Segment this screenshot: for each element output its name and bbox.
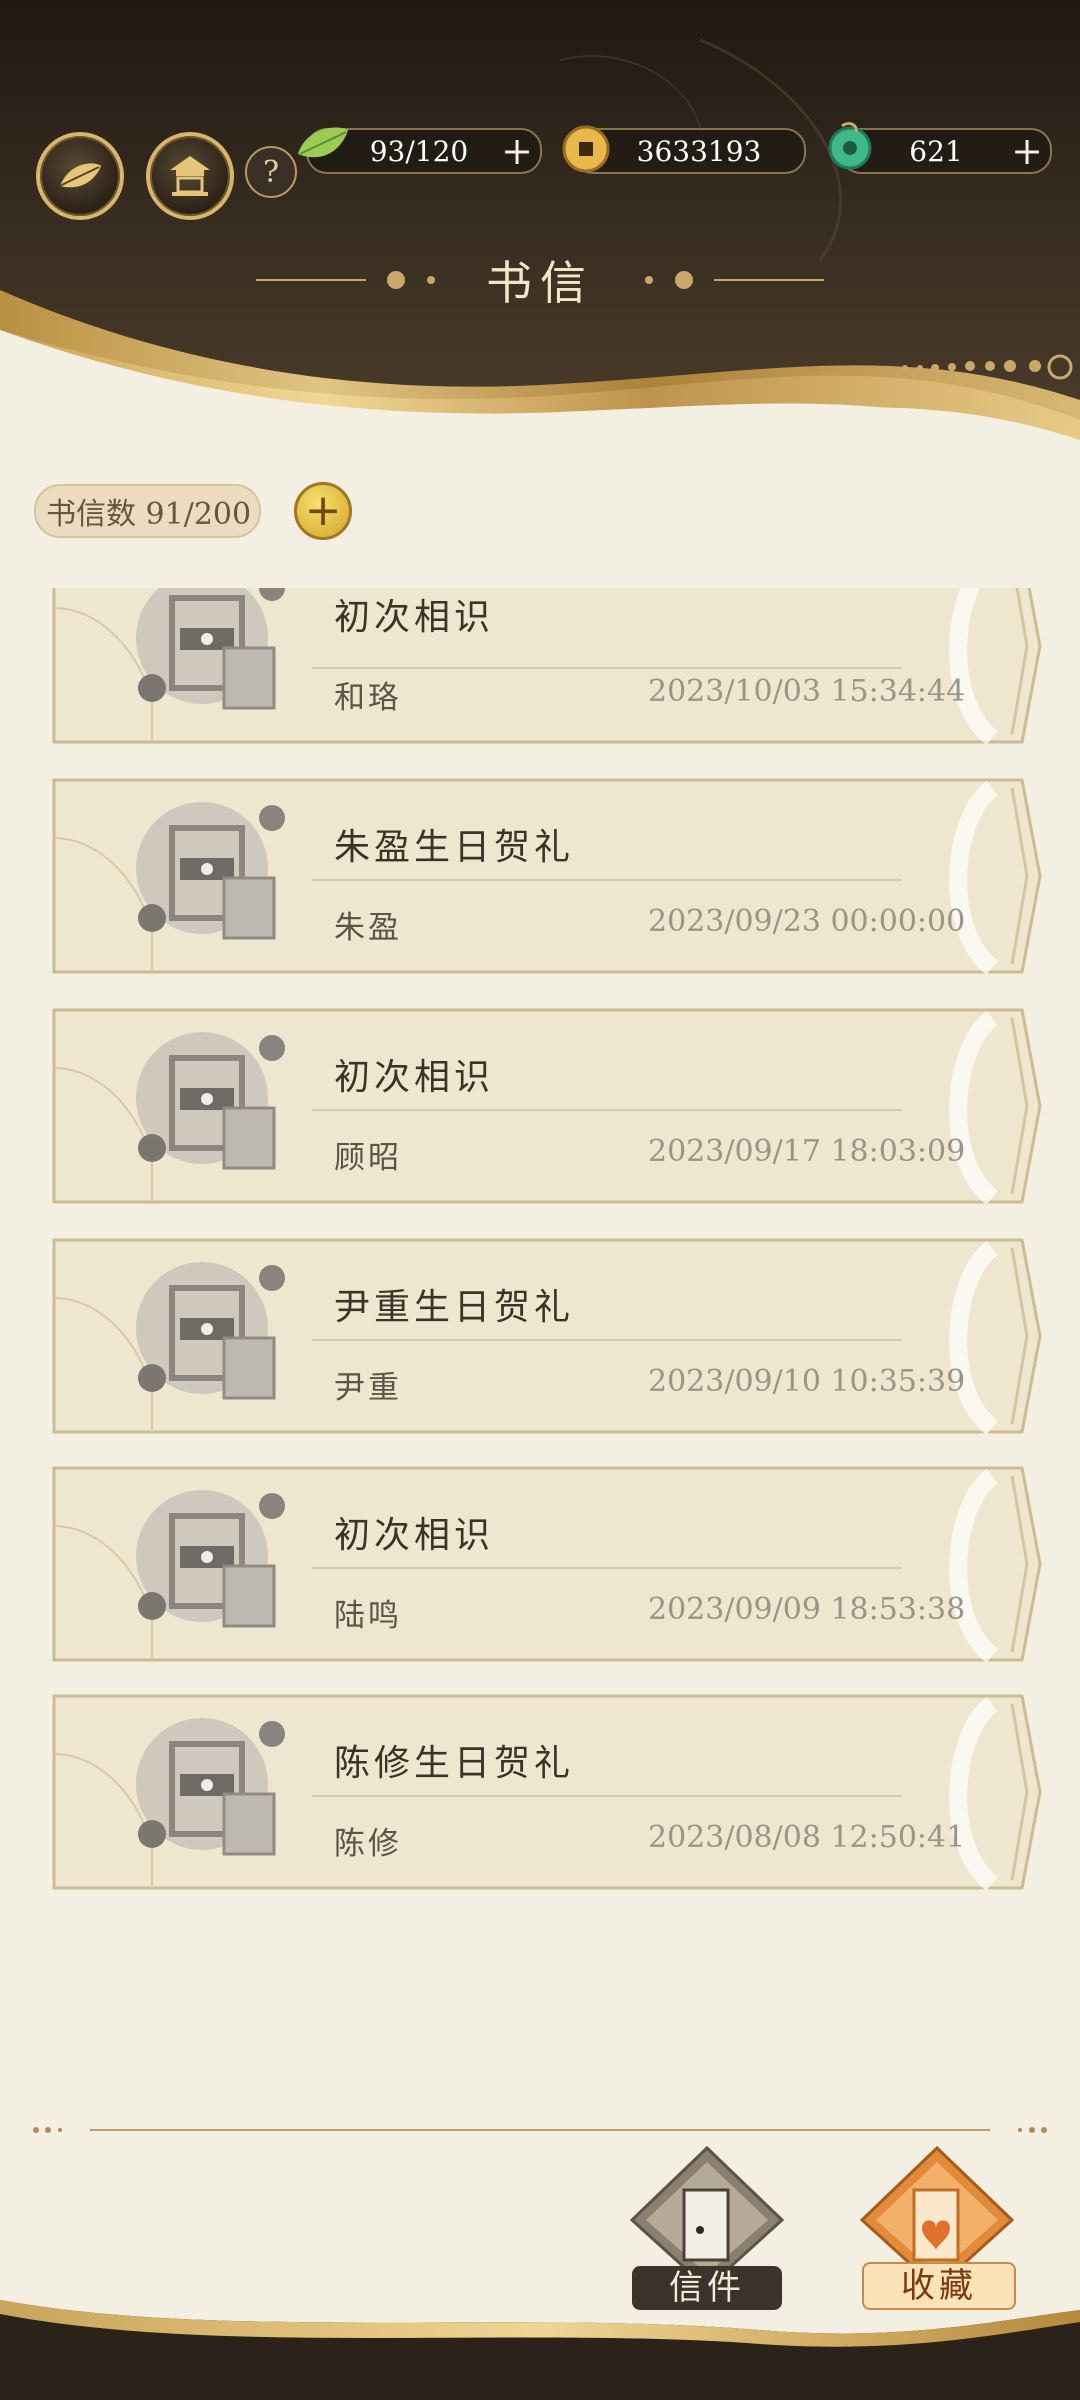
letter-subject: 尹重生日贺礼 — [334, 1287, 575, 1328]
letter-seal-icon — [136, 588, 285, 710]
letter-seal-icon — [136, 1718, 285, 1856]
title-row: 书信 — [0, 245, 1080, 315]
coin-icon — [562, 125, 610, 173]
letter-subject: 朱盈生日贺礼 — [334, 827, 575, 868]
letter-sender: 尹重 — [334, 1370, 402, 1406]
footer-ornament — [0, 2300, 1080, 2400]
bottom-divider — [33, 2127, 1047, 2133]
leaf-icon — [59, 163, 101, 188]
letter-card[interactable]: 陈修生日贺礼 陈修 2023/08/08 12:50:41 — [52, 1694, 1042, 1890]
letter-list[interactable]: 初次相识 和珞 2023/10/03 15:34:44 朱盈生日贺礼 朱盈 20… — [52, 588, 1042, 1908]
letter-seal-icon — [136, 1490, 285, 1628]
letter-sender: 朱盈 — [334, 910, 402, 946]
letter-card[interactable]: 初次相识 顾昭 2023/09/17 18:03:09 — [52, 1008, 1042, 1204]
letter-time: 2023/10/03 15:34:44 — [648, 674, 966, 709]
letter-time: 2023/08/08 12:50:41 — [648, 1820, 966, 1855]
letter-seal-icon — [136, 1262, 285, 1400]
letter-card[interactable]: 尹重生日贺礼 尹重 2023/09/10 10:35:39 — [52, 1238, 1042, 1434]
letter-seal-icon — [136, 802, 285, 940]
letter-card[interactable]: 初次相识 陆鸣 2023/09/09 18:53:38 — [52, 1466, 1042, 1662]
expand-capacity-button[interactable]: + — [294, 482, 352, 540]
tea-leaf-icon — [298, 127, 348, 158]
letter-sender: 陈修 — [334, 1826, 402, 1862]
letter-time: 2023/09/23 00:00:00 — [648, 904, 966, 939]
letter-sender: 陆鸣 — [334, 1598, 402, 1634]
letter-time: 2023/09/10 10:35:39 — [648, 1364, 966, 1399]
jade-icon — [828, 122, 872, 170]
letter-subject: 陈修生日贺礼 — [334, 1743, 575, 1784]
title-ornament-right-icon — [645, 271, 824, 289]
letter-time: 2023/09/09 18:53:38 — [648, 1592, 966, 1627]
add-jade-button[interactable]: + — [1010, 132, 1044, 170]
letter-count-label: 书信数 91/200 — [46, 497, 252, 532]
letter-sender: 顾昭 — [334, 1140, 402, 1176]
letter-subject: 初次相识 — [334, 1057, 495, 1098]
letter-sender: 和珞 — [334, 680, 402, 716]
page-title: 书信 — [486, 256, 594, 310]
letter-card[interactable]: 朱盈生日贺礼 朱盈 2023/09/23 00:00:00 — [52, 778, 1042, 974]
letter-seal-icon — [136, 1032, 285, 1170]
letter-subject: 初次相识 — [334, 1515, 495, 1556]
menu-leaf-button[interactable] — [36, 132, 124, 220]
letter-time: 2023/09/17 18:03:09 — [648, 1134, 966, 1169]
letter-count-badge: 书信数 91/200 — [34, 484, 262, 538]
letter-card[interactable]: 初次相识 和珞 2023/10/03 15:34:44 — [52, 588, 1042, 744]
letter-subject: 初次相识 — [334, 597, 495, 638]
header-background — [0, 0, 1080, 470]
add-stamina-button[interactable]: + — [500, 132, 534, 170]
top-header: ? 93/120 + 3633193 621 + 书信 — [0, 0, 1080, 470]
pavilion-button[interactable] — [146, 132, 234, 220]
title-ornament-left-icon — [256, 271, 435, 289]
help-button[interactable]: ? — [245, 146, 297, 198]
pavilion-icon — [170, 156, 210, 196]
